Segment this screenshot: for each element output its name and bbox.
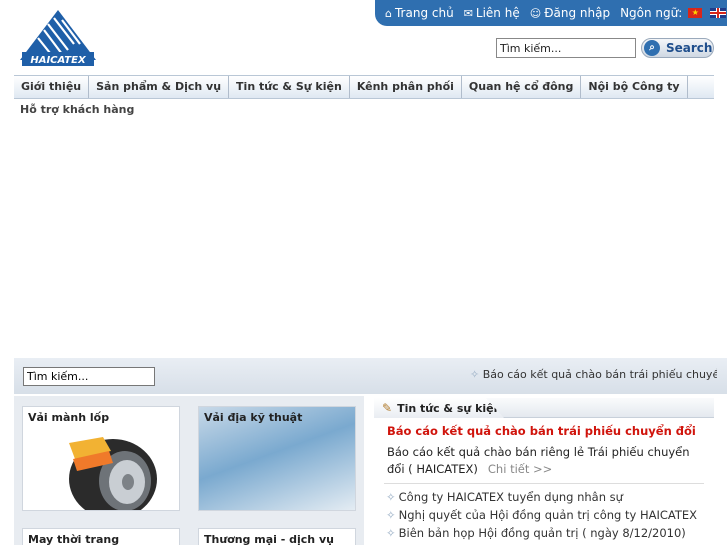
- product-card-tire-cord[interactable]: Vải mành lốp: [22, 406, 180, 511]
- mail-icon: ✉: [463, 6, 473, 20]
- banner-area: [14, 120, 727, 358]
- secondary-search-input[interactable]: [23, 367, 155, 386]
- home-icon: ⌂: [385, 6, 392, 20]
- nav-item-distribution[interactable]: Kênh phân phối: [350, 76, 462, 98]
- nav-item-products[interactable]: Sản phẩm & Dịch vụ: [89, 76, 230, 98]
- nav-item-about[interactable]: Giới thiệu: [14, 76, 90, 98]
- list-item[interactable]: ✧ Biên bản họp Hội đồng quản trị ( ngày 8…: [386, 524, 697, 542]
- users-icon: ☺: [529, 6, 542, 20]
- notepad-icon: ✎: [382, 401, 393, 415]
- logo-text: HAICATEX: [30, 55, 87, 66]
- read-more-link[interactable]: Chi tiết >>: [488, 462, 552, 476]
- product-label: Vải mành lốp: [28, 411, 110, 424]
- home-link[interactable]: ⌂ Trang chủ: [385, 6, 454, 20]
- search-input[interactable]: [496, 38, 636, 58]
- ticker-bar: ✧ Báo cáo kết quả chào bán trái phiếu ch…: [14, 358, 727, 394]
- bullet-icon: ✧: [386, 508, 396, 522]
- search-icon: ⌕: [644, 40, 660, 56]
- news-tab[interactable]: ✎ Tin tức & sự kiện: [374, 398, 504, 418]
- product-card-geotextile[interactable]: Vải địa kỹ thuật: [198, 406, 356, 511]
- product-card-trade[interactable]: Thương mại - dịch vụ: [198, 528, 356, 545]
- product-label: Thương mại - dịch vụ: [204, 533, 334, 545]
- main-nav: Giới thiệu Sản phẩm & Dịch vụ Tin tức & …: [14, 75, 714, 99]
- news-list: ✧ Công ty HAICATEX tuyển dụng nhân sự ✧ Ng…: [386, 488, 697, 542]
- login-link[interactable]: ☺ Đăng nhập: [530, 6, 610, 20]
- bullet-icon: ✧: [470, 368, 483, 381]
- vietnam-flag-icon[interactable]: ★: [688, 8, 703, 18]
- nav-item-support[interactable]: Hỗ trợ khách hàng: [20, 103, 134, 116]
- news-headline[interactable]: Báo cáo kết quả chào bán trái phiếu chuy…: [387, 424, 696, 438]
- news-header: ✎ Tin tức & sự kiện: [374, 398, 714, 418]
- list-item[interactable]: ✧ Nghị quyết của Hội đồng quản trị công t…: [386, 506, 697, 524]
- bullet-icon: ✧: [386, 490, 396, 504]
- products-panel: Vải mành lốp Vải địa kỹ thuật May thời t…: [14, 396, 364, 545]
- language-label: Ngôn ngữ:: [620, 6, 683, 20]
- divider: [384, 483, 704, 484]
- search-button[interactable]: ⌕ Search: [641, 38, 714, 58]
- nav-item-internal[interactable]: Nội bộ Công ty: [581, 76, 688, 98]
- haicatex-logo[interactable]: HAICATEX: [18, 8, 98, 68]
- news-description: Báo cáo kết quả chào bán riêng lẻ Trái p…: [387, 445, 690, 476]
- news-panel: ✎ Tin tức & sự kiện Báo cáo kết quả chào…: [374, 396, 714, 545]
- nav-item-shareholders[interactable]: Quan hệ cổ đông: [462, 76, 582, 98]
- top-bar: ⌂ Trang chủ ✉ Liên hệ ☺ Đăng nhập Ngôn ngữ:…: [375, 0, 727, 26]
- contact-link[interactable]: ✉ Liên hệ: [464, 6, 520, 20]
- bullet-icon: ✧: [386, 526, 396, 540]
- uk-flag-icon[interactable]: [710, 8, 727, 18]
- product-label: May thời trang: [28, 533, 120, 545]
- product-label: Vải địa kỹ thuật: [204, 411, 303, 424]
- product-card-fashion[interactable]: May thời trang: [22, 528, 180, 545]
- news-ticker[interactable]: ✧ Báo cáo kết quả chào bán trái phiếu ch…: [470, 368, 717, 381]
- tire-image: [69, 437, 157, 510]
- nav-item-news[interactable]: Tin tức & Sự kiện: [229, 76, 350, 98]
- list-item[interactable]: ✧ Công ty HAICATEX tuyển dụng nhân sự: [386, 488, 697, 506]
